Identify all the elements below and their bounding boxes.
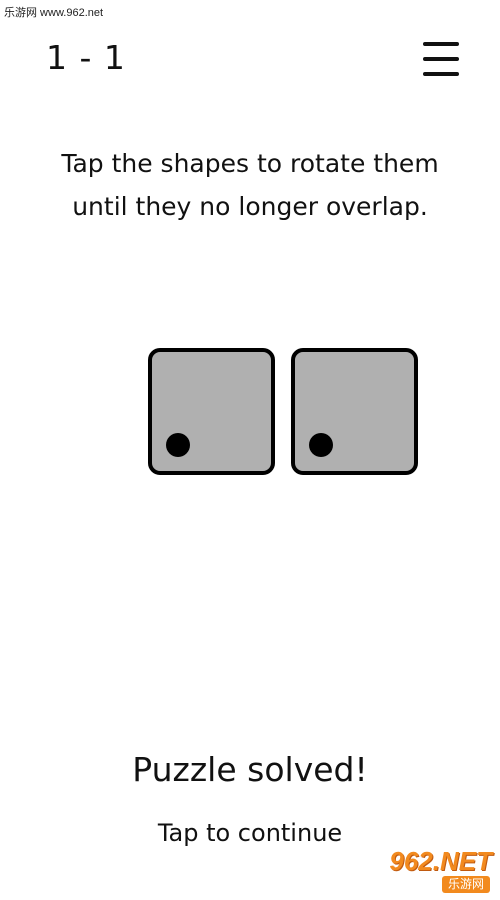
shape-dot-marker — [309, 433, 333, 457]
puzzle-shape-left[interactable] — [148, 348, 275, 475]
shape-dot-marker — [166, 433, 190, 457]
site-logo: 962.NET 乐游网 — [362, 846, 492, 894]
instructions-line-1: Tap the shapes to rotate them — [61, 149, 439, 178]
logo-main-text: 962.NET — [389, 846, 492, 876]
menu-bar-middle — [423, 57, 459, 61]
hamburger-menu-icon[interactable] — [423, 41, 459, 77]
puzzle-solved-message: Puzzle solved! — [132, 750, 368, 789]
site-watermark: 乐游网 www.962.net — [4, 7, 104, 19]
instructions-line-2: until they no longer overlap. — [72, 192, 428, 221]
level-indicator: 1 - 1 — [46, 38, 126, 77]
instructions-text: Tap the shapes to rotate them until they… — [0, 142, 500, 228]
tap-to-continue-button[interactable]: Tap to continue — [0, 819, 500, 847]
puzzle-shape-right[interactable] — [291, 348, 418, 475]
menu-bar-top — [423, 42, 459, 46]
logo-sub-text: 乐游网 — [441, 876, 490, 893]
menu-bar-bottom — [423, 72, 459, 76]
